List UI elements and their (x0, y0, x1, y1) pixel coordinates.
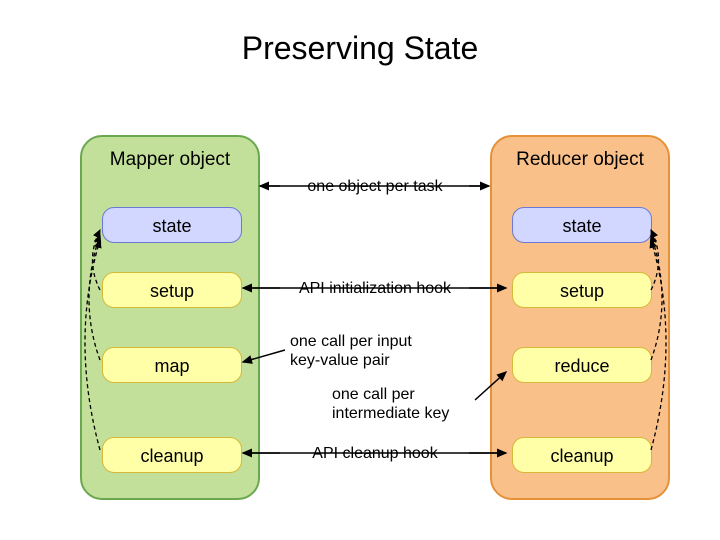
mapper-setup: setup (102, 272, 242, 308)
reducer-reduce: reduce (512, 347, 652, 383)
label-per-intermediate: one call per intermediate key (332, 385, 472, 423)
label-init-hook: API initialization hook (285, 279, 465, 298)
mapper-cleanup: cleanup (102, 437, 242, 473)
mapper-title: Mapper object (82, 149, 258, 171)
mapper-box: Mapper object state setup map cleanup (80, 135, 260, 500)
reducer-box: Reducer object state setup reduce cleanu… (490, 135, 670, 500)
mapper-state: state (102, 207, 242, 243)
mapper-map: map (102, 347, 242, 383)
reducer-cleanup: cleanup (512, 437, 652, 473)
label-per-input: one call per input key-value pair (290, 332, 440, 370)
label-cleanup-hook: API cleanup hook (285, 444, 465, 463)
reducer-setup: setup (512, 272, 652, 308)
reducer-state: state (512, 207, 652, 243)
label-per-task: one object per task (285, 177, 465, 196)
diagram-title: Preserving State (0, 30, 720, 67)
reducer-title: Reducer object (492, 149, 668, 171)
